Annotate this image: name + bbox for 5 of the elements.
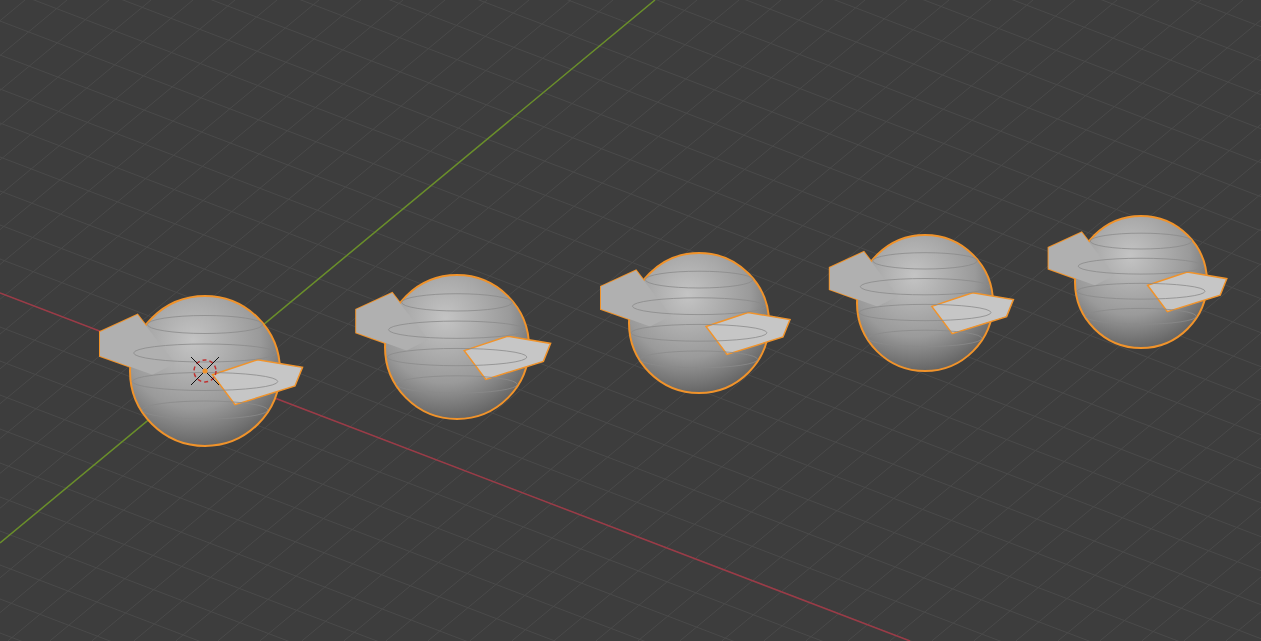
sphere-object[interactable] <box>1047 215 1228 349</box>
sphere-object[interactable] <box>828 234 1015 372</box>
sphere-object[interactable] <box>600 252 792 394</box>
sphere-object[interactable] <box>355 274 552 420</box>
sphere-object[interactable] <box>99 295 304 447</box>
